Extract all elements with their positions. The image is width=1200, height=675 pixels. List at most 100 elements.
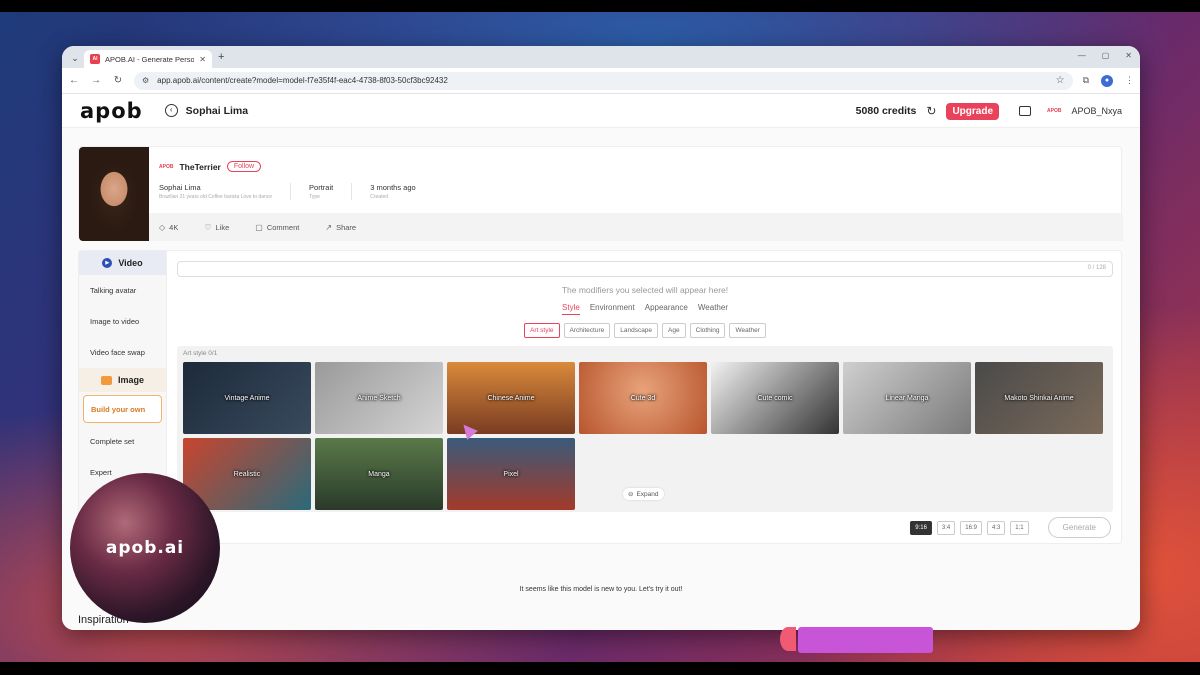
apob-logo[interactable]: apob	[80, 99, 143, 123]
chevron-up-icon: ⊖	[628, 491, 634, 498]
ratio-1-1[interactable]: 1:1	[1010, 520, 1029, 535]
style-tile[interactable]: Makoto Shinkai Anime	[975, 362, 1103, 434]
share-button[interactable]: ↗ Share	[325, 223, 356, 232]
prompt-char-count: 0 / 128	[1087, 265, 1106, 271]
modifier-tabs: Style Environment Appearance Weather	[177, 303, 1113, 315]
style-tile-label: Vintage Anime	[224, 394, 270, 402]
style-tile[interactable]: Manga	[315, 438, 443, 510]
minimize-icon[interactable]: —	[1078, 51, 1086, 60]
owner-logo: APOB	[159, 163, 174, 170]
grid-label: Art style 0/1	[183, 350, 218, 357]
sidebar-heading-image: Image	[79, 368, 166, 392]
upgrade-button[interactable]: Upgrade	[946, 102, 1000, 120]
meta-type: Portrait Type	[309, 183, 353, 200]
tab-environment[interactable]: Environment	[590, 303, 635, 315]
style-grid-panel: Art style 0/1 Vintage Anime Anime Sketch C…	[177, 346, 1113, 512]
browser-actions: ⧉ ● ⋮	[1083, 74, 1134, 87]
follow-button[interactable]: Follow	[226, 161, 262, 172]
editor: 0 / 128 The modifiers you selected will …	[177, 261, 1113, 512]
browser-tab[interactable]: AI APOB.AI - Generate Personaliz ✕	[84, 50, 212, 68]
comment-button[interactable]: ▢ Comment	[255, 223, 299, 232]
owner-name[interactable]: TheTerrier	[179, 162, 220, 172]
overlay-hook-shape	[780, 627, 796, 651]
play-icon: ▶	[102, 258, 113, 268]
sidebar-item-video-face-swap[interactable]: Video face swap	[79, 337, 166, 368]
style-tile-label: Makoto Shinkai Anime	[1004, 394, 1074, 402]
style-tile[interactable]: Cute 3d	[579, 362, 707, 434]
menu-dots-icon[interactable]: ⋮	[1125, 75, 1134, 86]
style-tile[interactable]: Vintage Anime	[183, 362, 311, 434]
chip-age[interactable]: Age	[662, 323, 686, 338]
like-button[interactable]: ♡ Like	[204, 223, 229, 232]
meta-key: Brazilian 21 years old Coffee barista Lo…	[159, 194, 273, 200]
workspace: ▶ Video Talking avatar Image to video Vi…	[78, 250, 1122, 545]
meta-key: Type	[309, 194, 320, 200]
url-input[interactable]: ⚙ app.apob.ai/content/create?model=model…	[134, 71, 1073, 90]
style-tile[interactable]: Cute comic	[711, 362, 839, 434]
refresh-credits-icon[interactable]: ↻	[926, 104, 936, 118]
reload-icon[interactable]: ↻	[112, 75, 124, 86]
close-tab-icon[interactable]: ✕	[199, 55, 206, 64]
owner-row: APOB TheTerrier Follow	[159, 161, 262, 172]
chip-architecture[interactable]: Architecture	[563, 323, 611, 338]
meta-value: Sophai Lima	[159, 183, 201, 192]
sidebar-item-talking-avatar[interactable]: Talking avatar	[79, 275, 166, 306]
extensions-icon[interactable]: ⧉	[1083, 75, 1089, 86]
chip-landscape[interactable]: Landscape	[614, 323, 659, 338]
tab-bar: ⌄ AI APOB.AI - Generate Personaliz ✕ + —…	[62, 46, 1140, 68]
brand-watermark: apob.ai	[70, 473, 220, 623]
forward-arrow-icon[interactable]: →	[90, 75, 102, 86]
meta-name: Sophai Lima Brazilian 21 years old Coffe…	[159, 183, 292, 200]
sidebar-item-build-your-own[interactable]: Build your own	[83, 395, 162, 423]
style-tile[interactable]: Linear Manga	[843, 362, 971, 434]
app-header: apob ‹ Sophai Lima 5080 credits ↻ Upgrad…	[62, 94, 1140, 128]
overlay-pink-bar	[798, 627, 933, 653]
back-circle-icon[interactable]: ‹	[164, 104, 178, 117]
style-tile[interactable]: Pixel	[447, 438, 575, 510]
style-tile[interactable]: Anime Sketch	[315, 362, 443, 434]
chip-clothing[interactable]: Clothing	[689, 323, 726, 338]
brand-watermark-text: apob.ai	[105, 538, 185, 558]
maximize-icon[interactable]: ▢	[1102, 51, 1110, 60]
heading-label: Video	[118, 258, 143, 268]
chip-weather[interactable]: Weather	[729, 323, 766, 338]
expand-button[interactable]: ⊖ Expand	[623, 488, 664, 500]
close-window-icon[interactable]: ✕	[1125, 51, 1132, 60]
site-info-icon[interactable]: ⚙	[142, 76, 149, 85]
style-tile-label: Manga	[368, 470, 390, 478]
model-meta: Sophai Lima Brazilian 21 years old Coffe…	[159, 183, 452, 200]
generate-button[interactable]: Generate	[1047, 517, 1111, 538]
bookmark-star-icon[interactable]: ☆	[1056, 75, 1065, 86]
action-label: 4K	[169, 222, 179, 232]
username[interactable]: APOB_Nxya	[1071, 106, 1122, 116]
tab-style[interactable]: Style	[562, 303, 580, 315]
prompt-input[interactable]: 0 / 128	[177, 261, 1113, 277]
sidebar-item-complete-set[interactable]: Complete set	[79, 426, 166, 457]
heart-icon: ♡	[204, 222, 212, 232]
meta-created: 3 months ago Created	[370, 183, 433, 200]
resolution-button[interactable]: ◇ 4K	[159, 223, 178, 232]
ratio-4-3[interactable]: 4:3	[986, 520, 1006, 535]
style-tile-label: Pixel	[503, 470, 519, 478]
action-label: Comment	[266, 222, 300, 232]
action-label: Like	[215, 222, 230, 232]
tab-list-icon[interactable]: ⌄	[68, 51, 82, 65]
style-tile-label: Cute 3d	[630, 394, 656, 402]
new-model-message: It seems like this model is new to you. …	[519, 586, 683, 593]
style-tile-label: Linear Manga	[885, 394, 929, 402]
chip-art-style[interactable]: Art style	[524, 323, 560, 338]
new-tab-icon[interactable]: +	[218, 51, 224, 63]
comment-icon: ▢	[255, 222, 263, 232]
back-arrow-icon[interactable]: ←	[68, 75, 80, 86]
profile-icon[interactable]: ●	[1101, 74, 1113, 87]
mail-icon[interactable]	[1019, 106, 1032, 116]
favicon-icon: AI	[90, 54, 100, 64]
tab-weather[interactable]: Weather	[698, 303, 728, 315]
ratio-16-9[interactable]: 16:9	[960, 520, 982, 535]
tab-appearance[interactable]: Appearance	[645, 303, 688, 315]
ratio-3-4[interactable]: 3:4	[936, 520, 956, 535]
ratio-9-16[interactable]: 9:16	[910, 520, 932, 535]
sidebar-item-image-to-video[interactable]: Image to video	[79, 306, 166, 337]
ratio-selector: 9:16 3:4 16:9 4:3 1:1 Generate	[910, 517, 1111, 538]
header-right: 5080 credits ↻ Upgrade APOB APOB_Nxya	[856, 94, 1122, 128]
